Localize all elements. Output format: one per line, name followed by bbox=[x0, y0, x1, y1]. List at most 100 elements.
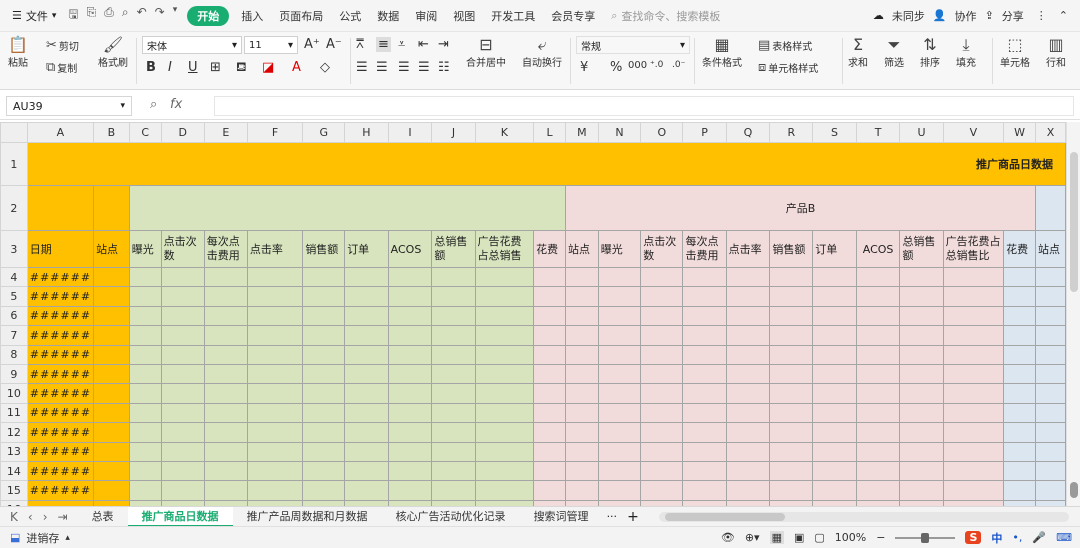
eraser-icon[interactable]: ◇ bbox=[320, 60, 330, 75]
date-cell[interactable]: ###### bbox=[26, 344, 95, 365]
cell[interactable] bbox=[474, 402, 535, 424]
cell[interactable] bbox=[474, 286, 535, 307]
cell[interactable] bbox=[431, 460, 476, 482]
cell[interactable] bbox=[1003, 344, 1036, 365]
cell[interactable] bbox=[533, 266, 566, 288]
header-cell-impressions[interactable]: 曝光 bbox=[597, 230, 642, 268]
cell[interactable] bbox=[855, 422, 901, 443]
cell[interactable] bbox=[302, 383, 346, 404]
cell[interactable] bbox=[246, 480, 304, 501]
cell[interactable] bbox=[1003, 286, 1036, 307]
cell[interactable] bbox=[128, 305, 162, 327]
cell[interactable] bbox=[246, 383, 304, 404]
cell[interactable] bbox=[431, 344, 476, 365]
cell[interactable] bbox=[203, 402, 248, 424]
cell[interactable] bbox=[246, 402, 304, 424]
cell[interactable] bbox=[93, 441, 130, 462]
header-cell-acos[interactable]: ACOS bbox=[855, 230, 901, 268]
cell[interactable] bbox=[725, 344, 771, 365]
increase-decimal-icon[interactable]: ⁺.0 bbox=[650, 60, 663, 70]
cell[interactable] bbox=[564, 286, 599, 307]
column-header[interactable]: F bbox=[246, 122, 304, 143]
header-cell-total-sales[interactable]: 总销售额 bbox=[899, 230, 944, 268]
header-cell-impressions[interactable]: 曝光 bbox=[128, 230, 162, 268]
align-top-icon[interactable]: ⩞ bbox=[356, 37, 364, 52]
cell[interactable] bbox=[640, 480, 684, 501]
cell[interactable] bbox=[597, 383, 642, 404]
date-cell[interactable]: ###### bbox=[26, 422, 95, 443]
cell[interactable] bbox=[640, 363, 684, 385]
cell[interactable] bbox=[682, 363, 727, 385]
cell[interactable] bbox=[812, 402, 857, 424]
cut-button[interactable]: ✂ 剪切 bbox=[46, 38, 79, 53]
cell[interactable] bbox=[1034, 402, 1066, 424]
tab-formulas[interactable]: 公式 bbox=[331, 8, 369, 24]
cell[interactable] bbox=[812, 266, 857, 288]
date-cell[interactable]: ###### bbox=[26, 480, 95, 501]
cell[interactable] bbox=[246, 305, 304, 327]
cell[interactable] bbox=[431, 441, 476, 462]
cell[interactable] bbox=[302, 480, 346, 501]
row-header[interactable]: 5 bbox=[0, 286, 28, 307]
column-header[interactable]: L bbox=[533, 122, 566, 143]
cell[interactable] bbox=[769, 422, 814, 443]
cell[interactable] bbox=[431, 363, 476, 385]
cell[interactable] bbox=[1003, 480, 1036, 501]
tab-insert[interactable]: 插入 bbox=[233, 8, 271, 24]
cell[interactable] bbox=[93, 383, 130, 404]
column-header[interactable]: A bbox=[26, 122, 95, 143]
cell[interactable] bbox=[128, 286, 162, 307]
fx-icon[interactable]: fx bbox=[170, 97, 182, 112]
page-break-view-icon[interactable]: ▢ bbox=[814, 531, 824, 544]
cell[interactable] bbox=[640, 422, 684, 443]
keyboard-icon[interactable]: ⌨ bbox=[1056, 531, 1072, 544]
scroll-thumb[interactable] bbox=[664, 512, 785, 521]
cell[interactable] bbox=[597, 422, 642, 443]
cell[interactable] bbox=[597, 441, 642, 462]
column-header[interactable]: P bbox=[682, 122, 727, 143]
cell[interactable] bbox=[682, 344, 727, 365]
cell-style-button[interactable]: ⧈ 单元格样式 bbox=[758, 60, 818, 75]
eye-protection-icon[interactable]: 👁 bbox=[721, 531, 735, 544]
cell[interactable] bbox=[387, 305, 433, 327]
header-cell-spend[interactable]: 花费 bbox=[533, 230, 566, 268]
header-cell-cpc[interactable]: 每次点击费用 bbox=[203, 230, 248, 268]
sheet-tab-search-terms[interactable]: 搜索词管理 bbox=[520, 507, 603, 527]
border-icon[interactable]: ⊞ bbox=[210, 60, 221, 75]
more-icon[interactable]: ⋮ bbox=[1032, 9, 1051, 22]
cell[interactable] bbox=[899, 325, 944, 346]
tab-review[interactable]: 审阅 bbox=[407, 8, 445, 24]
align-right-icon[interactable]: ☰ bbox=[398, 60, 410, 75]
highlight-icon[interactable]: ◪ bbox=[262, 60, 274, 75]
cell[interactable] bbox=[942, 363, 1005, 385]
cell[interactable] bbox=[344, 325, 389, 346]
sync-status[interactable]: 未同步 bbox=[888, 8, 929, 24]
cell[interactable] bbox=[128, 344, 162, 365]
print-icon[interactable]: ⎙ bbox=[104, 5, 114, 26]
cell[interactable] bbox=[533, 286, 566, 307]
cell[interactable] bbox=[682, 266, 727, 288]
last-sheet-icon[interactable]: ⇥ bbox=[58, 510, 68, 524]
cell[interactable] bbox=[855, 363, 901, 385]
cell[interactable] bbox=[302, 325, 346, 346]
cell[interactable] bbox=[1003, 266, 1036, 288]
cell[interactable] bbox=[812, 325, 857, 346]
row-header[interactable]: 13 bbox=[0, 441, 28, 462]
name-box[interactable]: AU39 ▾ bbox=[6, 96, 132, 116]
header-cell-cpc[interactable]: 每次点击费用 bbox=[682, 230, 727, 268]
cell[interactable] bbox=[246, 460, 304, 482]
cell[interactable] bbox=[564, 363, 599, 385]
date-cell[interactable]: ###### bbox=[26, 441, 95, 462]
cell[interactable] bbox=[160, 266, 205, 288]
cell[interactable] bbox=[564, 305, 599, 327]
cell[interactable] bbox=[812, 305, 857, 327]
cell[interactable] bbox=[725, 325, 771, 346]
cell[interactable] bbox=[725, 266, 771, 288]
cell[interactable] bbox=[128, 383, 162, 404]
align-center-icon[interactable]: ☰ bbox=[376, 60, 388, 75]
column-header[interactable]: U bbox=[899, 122, 944, 143]
cell[interactable] bbox=[725, 383, 771, 404]
paste-button[interactable]: 📋 粘贴 bbox=[8, 36, 28, 70]
cell[interactable] bbox=[431, 286, 476, 307]
cell[interactable] bbox=[1034, 480, 1066, 501]
